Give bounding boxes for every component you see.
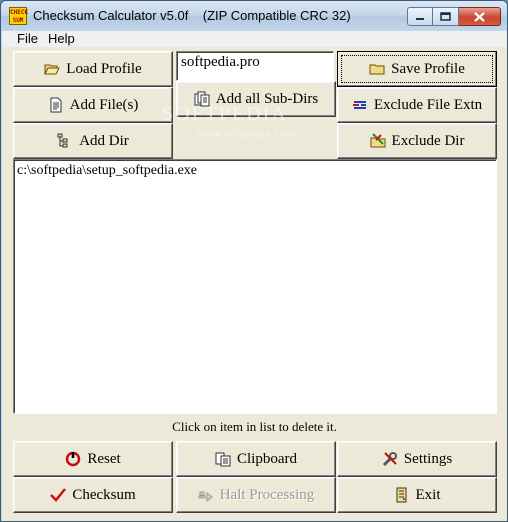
exit-door-icon [396,487,406,503]
save-profile-button[interactable]: Save Profile [337,51,497,87]
save-profile-label: Save Profile [391,60,465,77]
clipboard-label: Clipboard [237,450,297,467]
directory-tree-icon [57,133,68,148]
exit-label: Exit [415,486,441,503]
reset-icon [66,451,81,467]
watermark-url: www.softpedia.com [198,129,295,140]
main-panel: Load Profile softpedia.pro Save Profile … [2,47,507,521]
halt-processing-button[interactable]: Halt Processing [176,477,336,513]
maximize-icon [440,12,451,21]
exclude-dir-button[interactable]: Exclude Dir [337,123,497,159]
checksum-button[interactable]: Checksum [13,477,173,513]
menu-bar: File Help [2,31,507,47]
settings-button[interactable]: Settings [337,441,497,477]
file-list[interactable]: c:\softpedia\setup_softpedia.exe [13,159,497,414]
folder-open-icon [44,64,61,75]
load-profile-button[interactable]: Load Profile [13,51,173,87]
exit-button[interactable]: Exit [337,477,497,513]
app-window: CHECK SUM Checksum Calculator v5.0f (ZIP… [0,0,508,522]
add-dir-label: Add Dir [79,132,129,149]
list-item[interactable]: c:\softpedia\setup_softpedia.exe [14,160,496,181]
add-dir-button[interactable]: Add Dir [13,123,173,159]
minimize-button[interactable] [407,7,433,26]
reset-label: Reset [87,450,121,467]
document-icon [50,97,62,113]
checksum-app-icon: CHECK SUM [9,7,29,25]
halt-processing-label: Halt Processing [219,486,315,503]
exclude-file-extn-button[interactable]: Exclude File Extn [337,87,497,123]
add-files-button[interactable]: Add File(s) [13,87,173,123]
clipboard-button[interactable]: Clipboard [176,441,336,477]
exclude-extension-icon [352,101,366,109]
profile-name-value: softpedia.pro [181,54,260,70]
exclude-file-extn-label: Exclude File Extn [373,96,483,113]
profile-name-input[interactable]: softpedia.pro [176,51,334,81]
menu-help[interactable]: Help [48,31,75,47]
tools-icon [382,452,397,467]
watermark-logo: SOFTPEDIA [162,103,288,125]
menu-file[interactable]: File [17,31,38,47]
load-profile-label: Load Profile [66,60,142,77]
settings-label: Settings [403,450,453,467]
window-title: Checksum Calculator v5.0f (ZIP Compatibl… [33,8,351,23]
add-files-label: Add File(s) [69,96,139,113]
exclude-folder-icon [370,133,386,148]
window-controls [407,7,501,26]
minimize-icon [416,17,424,20]
clipboard-icon [215,452,231,467]
delete-hint: Click on item in list to delete it. [172,419,337,434]
title-bar[interactable]: CHECK SUM Checksum Calculator v5.0f (ZIP… [1,1,507,31]
checkmark-icon [50,488,67,502]
reset-button[interactable]: Reset [13,441,173,477]
exclude-dir-label: Exclude Dir [391,132,465,149]
checksum-label: Checksum [72,486,136,503]
halt-icon [198,491,213,503]
maximize-button[interactable] [433,7,459,26]
close-icon [474,11,485,22]
close-button[interactable] [459,7,501,26]
folder-icon [369,64,385,75]
